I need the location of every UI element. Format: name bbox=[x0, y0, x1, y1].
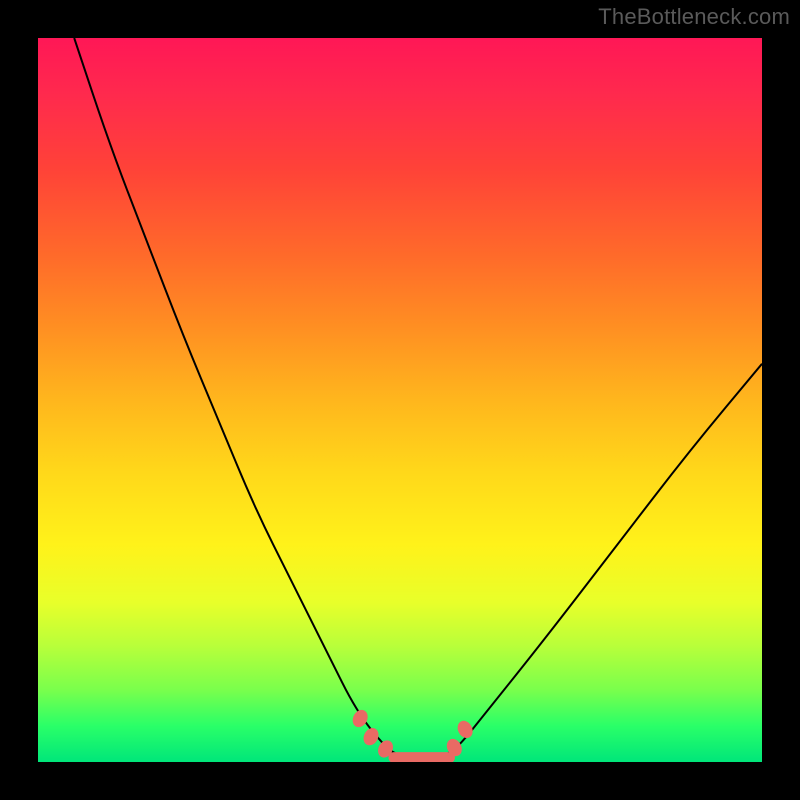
attribution-text: TheBottleneck.com bbox=[598, 4, 790, 30]
marker-group bbox=[350, 707, 476, 760]
bottleneck-curve bbox=[74, 38, 762, 758]
chart-frame: TheBottleneck.com bbox=[0, 0, 800, 800]
curve-svg bbox=[38, 38, 762, 762]
plot-area bbox=[38, 38, 762, 762]
curve-marker bbox=[455, 718, 476, 740]
curve-marker bbox=[361, 725, 382, 747]
